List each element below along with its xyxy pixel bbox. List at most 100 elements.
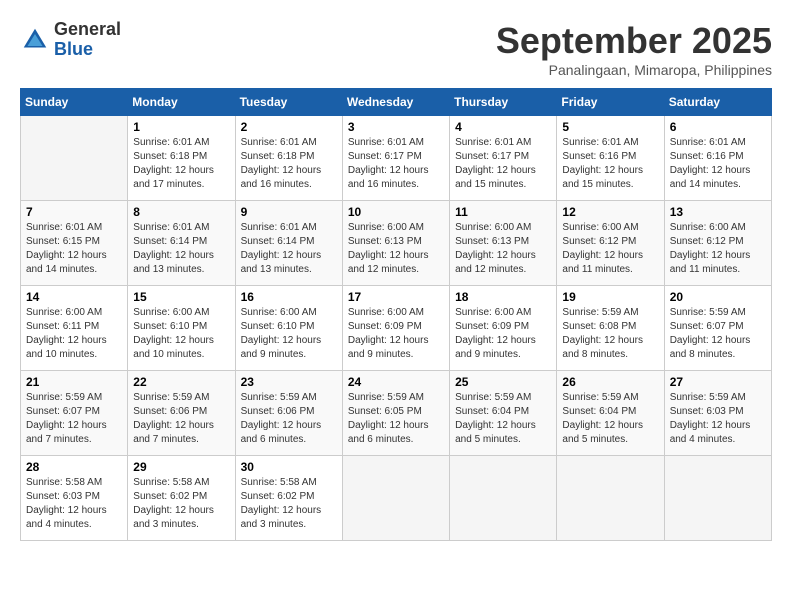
- day-info: Sunrise: 6:01 AM Sunset: 6:14 PM Dayligh…: [133, 221, 229, 277]
- day-info: Sunrise: 5:58 AM Sunset: 6:02 PM Dayligh…: [241, 476, 337, 532]
- column-header-saturday: Saturday: [664, 89, 771, 116]
- calendar-cell: 11 Sunrise: 6:00 AM Sunset: 6:13 PM Dayli…: [450, 201, 557, 286]
- day-info: Sunrise: 6:01 AM Sunset: 6:14 PM Dayligh…: [241, 221, 337, 277]
- day-info: Sunrise: 5:59 AM Sunset: 6:07 PM Dayligh…: [670, 306, 766, 362]
- calendar-cell: 4Sunrise: 6:01 AM Sunset: 6:17 PM Daylig…: [450, 116, 557, 201]
- calendar-cell: 8 Sunrise: 6:01 AM Sunset: 6:14 PM Daylig…: [128, 201, 235, 286]
- column-header-wednesday: Wednesday: [342, 89, 449, 116]
- day-number: 8: [133, 205, 229, 219]
- calendar-cell: 26 Sunrise: 5:59 AM Sunset: 6:04 PM Dayli…: [557, 371, 664, 456]
- day-number: 13: [670, 205, 766, 219]
- day-info: Sunrise: 5:59 AM Sunset: 6:07 PM Dayligh…: [26, 391, 122, 447]
- week-row-2: 7Sunrise: 6:01 AM Sunset: 6:15 PM Daylig…: [21, 201, 772, 286]
- day-info: Sunrise: 5:59 AM Sunset: 6:05 PM Dayligh…: [348, 391, 444, 447]
- day-number: 24: [348, 375, 444, 389]
- day-number: 4: [455, 120, 551, 134]
- day-number: 29: [133, 460, 229, 474]
- title-block: September 2025 Panalingaan, Mimaropa, Ph…: [496, 20, 772, 78]
- calendar-cell: 3 Sunrise: 6:01 AM Sunset: 6:17 PM Daylig…: [342, 116, 449, 201]
- day-number: 19: [562, 290, 658, 304]
- calendar-cell: 25 Sunrise: 5:59 AM Sunset: 6:04 PM Dayli…: [450, 371, 557, 456]
- calendar-cell: 15Sunrise: 6:00 AM Sunset: 6:10 PM Dayli…: [128, 286, 235, 371]
- week-row-3: 14Sunrise: 6:00 AM Sunset: 6:11 PM Dayli…: [21, 286, 772, 371]
- calendar-cell: 16Sunrise: 6:00 AM Sunset: 6:10 PM Dayli…: [235, 286, 342, 371]
- day-info: Sunrise: 5:59 AM Sunset: 6:04 PM Dayligh…: [455, 391, 551, 447]
- logo-icon: [20, 25, 50, 55]
- day-number: 14: [26, 290, 122, 304]
- calendar-cell: 1 Sunrise: 6:01 AM Sunset: 6:18 PM Daylig…: [128, 116, 235, 201]
- day-number: 20: [670, 290, 766, 304]
- calendar-cell: 19 Sunrise: 5:59 AM Sunset: 6:08 PM Dayli…: [557, 286, 664, 371]
- calendar-cell: 6Sunrise: 6:01 AM Sunset: 6:16 PM Daylig…: [664, 116, 771, 201]
- day-number: 23: [241, 375, 337, 389]
- day-info: Sunrise: 5:58 AM Sunset: 6:02 PM Dayligh…: [133, 476, 229, 532]
- calendar-cell: 10 Sunrise: 6:00 AM Sunset: 6:13 PM Dayli…: [342, 201, 449, 286]
- day-info: Sunrise: 6:01 AM Sunset: 6:18 PM Dayligh…: [241, 136, 337, 192]
- calendar-cell: 7Sunrise: 6:01 AM Sunset: 6:15 PM Daylig…: [21, 201, 128, 286]
- column-header-monday: Monday: [128, 89, 235, 116]
- day-number: 26: [562, 375, 658, 389]
- calendar-cell: 30 Sunrise: 5:58 AM Sunset: 6:02 PM Dayli…: [235, 456, 342, 541]
- day-number: 7: [26, 205, 122, 219]
- day-number: 22: [133, 375, 229, 389]
- calendar-cell: [21, 116, 128, 201]
- calendar-cell: 21 Sunrise: 5:59 AM Sunset: 6:07 PM Dayli…: [21, 371, 128, 456]
- day-number: 18: [455, 290, 551, 304]
- calendar-cell: [342, 456, 449, 541]
- day-info: Sunrise: 6:00 AM Sunset: 6:12 PM Dayligh…: [562, 221, 658, 277]
- calendar-cell: 9 Sunrise: 6:01 AM Sunset: 6:14 PM Daylig…: [235, 201, 342, 286]
- calendar-cell: 23 Sunrise: 5:59 AM Sunset: 6:06 PM Dayli…: [235, 371, 342, 456]
- day-number: 11: [455, 205, 551, 219]
- day-number: 25: [455, 375, 551, 389]
- calendar-cell: [557, 456, 664, 541]
- location: Panalingaan, Mimaropa, Philippines: [496, 62, 772, 78]
- calendar-cell: 13 Sunrise: 6:00 AM Sunset: 6:12 PM Dayli…: [664, 201, 771, 286]
- day-number: 5: [562, 120, 658, 134]
- day-number: 17: [348, 290, 444, 304]
- day-number: 12: [562, 205, 658, 219]
- day-info: Sunrise: 6:00 AM Sunset: 6:09 PM Dayligh…: [348, 306, 444, 362]
- calendar-cell: 17 Sunrise: 6:00 AM Sunset: 6:09 PM Dayli…: [342, 286, 449, 371]
- column-header-thursday: Thursday: [450, 89, 557, 116]
- calendar-cell: 22 Sunrise: 5:59 AM Sunset: 6:06 PM Dayli…: [128, 371, 235, 456]
- column-header-sunday: Sunday: [21, 89, 128, 116]
- day-info: Sunrise: 5:59 AM Sunset: 6:08 PM Dayligh…: [562, 306, 658, 362]
- day-info: Sunrise: 6:00 AM Sunset: 6:13 PM Dayligh…: [348, 221, 444, 277]
- calendar-cell: [450, 456, 557, 541]
- day-info: Sunrise: 5:58 AM Sunset: 6:03 PM Dayligh…: [26, 476, 122, 532]
- month-title: September 2025: [496, 20, 772, 62]
- day-info: Sunrise: 5:59 AM Sunset: 6:06 PM Dayligh…: [241, 391, 337, 447]
- calendar-cell: 5 Sunrise: 6:01 AM Sunset: 6:16 PM Daylig…: [557, 116, 664, 201]
- week-row-5: 28Sunrise: 5:58 AM Sunset: 6:03 PM Dayli…: [21, 456, 772, 541]
- week-row-1: 1 Sunrise: 6:01 AM Sunset: 6:18 PM Daylig…: [21, 116, 772, 201]
- day-number: 30: [241, 460, 337, 474]
- calendar-cell: 24 Sunrise: 5:59 AM Sunset: 6:05 PM Dayli…: [342, 371, 449, 456]
- calendar-cell: 18 Sunrise: 6:00 AM Sunset: 6:09 PM Dayli…: [450, 286, 557, 371]
- day-number: 10: [348, 205, 444, 219]
- day-info: Sunrise: 6:01 AM Sunset: 6:16 PM Dayligh…: [562, 136, 658, 192]
- page-header: General Blue September 2025 Panalingaan,…: [20, 20, 772, 78]
- logo-blue-text: Blue: [54, 40, 121, 60]
- day-info: Sunrise: 6:01 AM Sunset: 6:18 PM Dayligh…: [133, 136, 229, 192]
- day-info: Sunrise: 5:59 AM Sunset: 6:04 PM Dayligh…: [562, 391, 658, 447]
- day-info: Sunrise: 6:01 AM Sunset: 6:17 PM Dayligh…: [348, 136, 444, 192]
- day-info: Sunrise: 6:00 AM Sunset: 6:09 PM Dayligh…: [455, 306, 551, 362]
- day-info: Sunrise: 5:59 AM Sunset: 6:03 PM Dayligh…: [670, 391, 766, 447]
- day-number: 21: [26, 375, 122, 389]
- day-number: 1: [133, 120, 229, 134]
- day-number: 3: [348, 120, 444, 134]
- calendar-cell: 29 Sunrise: 5:58 AM Sunset: 6:02 PM Dayli…: [128, 456, 235, 541]
- logo: General Blue: [20, 20, 121, 60]
- calendar-cell: 12 Sunrise: 6:00 AM Sunset: 6:12 PM Dayli…: [557, 201, 664, 286]
- day-info: Sunrise: 6:00 AM Sunset: 6:10 PM Dayligh…: [241, 306, 337, 362]
- day-number: 9: [241, 205, 337, 219]
- week-row-4: 21 Sunrise: 5:59 AM Sunset: 6:07 PM Dayli…: [21, 371, 772, 456]
- column-header-tuesday: Tuesday: [235, 89, 342, 116]
- day-info: Sunrise: 6:00 AM Sunset: 6:13 PM Dayligh…: [455, 221, 551, 277]
- day-info: Sunrise: 6:00 AM Sunset: 6:12 PM Dayligh…: [670, 221, 766, 277]
- day-info: Sunrise: 5:59 AM Sunset: 6:06 PM Dayligh…: [133, 391, 229, 447]
- day-number: 15: [133, 290, 229, 304]
- calendar-table: SundayMondayTuesdayWednesdayThursdayFrid…: [20, 88, 772, 541]
- logo-general-text: General: [54, 20, 121, 40]
- calendar-cell: [664, 456, 771, 541]
